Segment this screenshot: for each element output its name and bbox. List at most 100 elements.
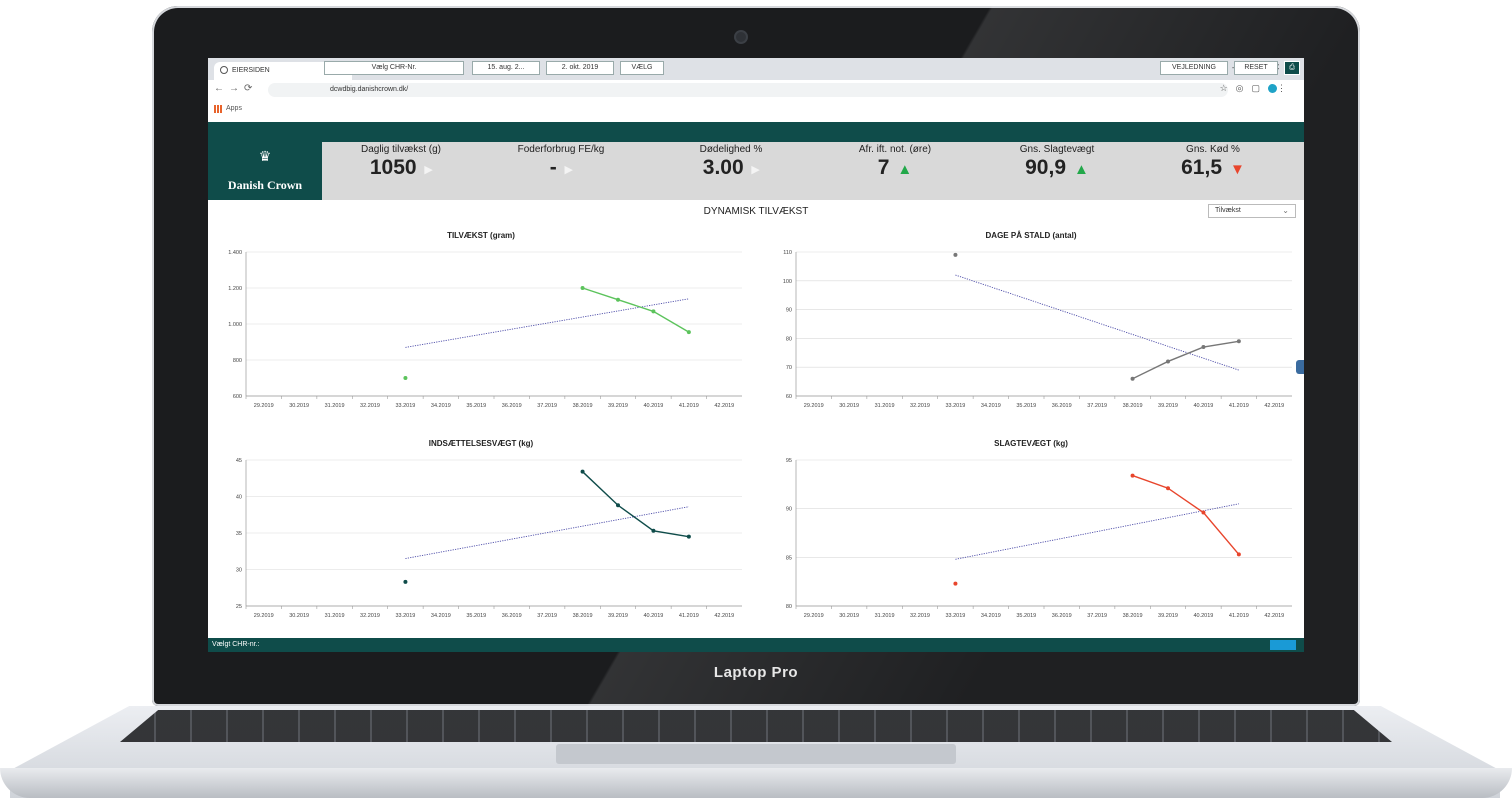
kpi-tile: Dødelighed % 3.00 ▸ (656, 144, 806, 180)
laptop-brand: Laptop Pro (713, 664, 799, 681)
y-tick-label: 600 (233, 394, 242, 400)
data-point (1201, 345, 1206, 350)
data-point (1236, 339, 1241, 344)
series-line (1132, 474, 1240, 555)
bookmark-apps[interactable]: Apps (226, 105, 242, 112)
crown-icon: ♛ (258, 148, 272, 164)
chart-tilvaekst: TILVÆKST (gram) 1.400 1.200 1.000 800 600 29.2… (228, 231, 742, 409)
status-text: Vælgt CHR-nr.: (212, 641, 260, 648)
x-tick-label: 41.2019 (1229, 613, 1249, 619)
data-point (1201, 510, 1206, 515)
x-tick-label: 34.2019 (431, 403, 451, 409)
data-point (953, 252, 958, 257)
x-tick-label: 37.2019 (537, 403, 557, 409)
apps-grid-icon[interactable] (214, 105, 222, 113)
trend-line (405, 506, 689, 559)
trend-up-icon: ▲ (897, 161, 913, 178)
view-dropdown-value: Tilvækst (1215, 207, 1241, 214)
x-tick-label: 42.2019 (1264, 403, 1284, 409)
guide-button[interactable]: VEJLEDNING (1160, 61, 1228, 75)
trend-up-icon: ▲ (1074, 161, 1089, 178)
y-tick-label: 90 (786, 308, 792, 314)
x-tick-label: 29.2019 (804, 613, 824, 619)
x-tick-label: 42.2019 (714, 403, 734, 409)
kpi-label: Afr. ift. not. (øre) (858, 144, 932, 155)
x-tick-label: 31.2019 (325, 403, 345, 409)
data-point (686, 534, 691, 539)
x-tick-label: 37.2019 (1087, 403, 1107, 409)
y-tick-label: 40 (236, 495, 242, 501)
x-tick-label: 30.2019 (289, 613, 309, 619)
select-button[interactable]: VÆLG (620, 61, 664, 75)
kpi-value: 3.00 (702, 156, 744, 179)
date-from-input[interactable]: 15. aug. 2... (472, 61, 540, 75)
y-tick-label: 1.400 (228, 250, 242, 256)
x-tick-label: 40.2019 (643, 403, 663, 409)
series-line (582, 287, 690, 333)
side-panel-handle[interactable] (1296, 360, 1304, 374)
data-point (1166, 359, 1170, 364)
kpi-tile: Foderforbrug FE/kg - ▸ (486, 144, 636, 180)
x-tick-label: 32.2019 (360, 613, 380, 619)
danish-crown-logo[interactable]: ♛ Danish Crown (208, 122, 322, 200)
kpi-value: 1050 (369, 156, 417, 179)
choose-chr-button[interactable]: Vælg CHR-Nr. (324, 61, 464, 75)
data-point (580, 469, 585, 474)
print-icon[interactable]: ⎙ (1284, 61, 1300, 75)
x-tick-label: 41.2019 (679, 613, 699, 619)
profile-avatar[interactable] (1268, 84, 1277, 94)
data-point (651, 528, 656, 533)
y-tick-label: 95 (786, 458, 792, 464)
address-bar-row: ←→⟳ dcwdbig.danishcrown.dk/ ☆◎▢ ⋮ (208, 80, 1304, 101)
x-tick-label: 40.2019 (1193, 613, 1213, 619)
x-tick-label: 29.2019 (804, 403, 824, 409)
y-tick-label: 85 (786, 555, 792, 561)
kpi-tile: Gns. Kød % 61,5 ▼ (1138, 144, 1288, 180)
x-tick-label: 30.2019 (839, 403, 859, 409)
x-tick-label: 35.2019 (1016, 403, 1036, 409)
x-tick-label: 32.2019 (910, 613, 930, 619)
kpi-tile: Afr. ift. not. (øre) 7 ▲ (820, 144, 970, 180)
x-tick-label: 33.2019 (945, 403, 965, 409)
data-point (616, 503, 620, 508)
trend-neutral-icon: ▸ (424, 161, 433, 178)
trend-line (955, 503, 1239, 560)
chart-title: TILVÆKST (gram) (447, 231, 515, 240)
x-tick-label: 35.2019 (466, 403, 486, 409)
x-tick-label: 42.2019 (1264, 613, 1284, 619)
page-indicator-button[interactable] (1270, 640, 1296, 650)
x-tick-label: 31.2019 (325, 613, 345, 619)
kpi-value-row: - ▸ (486, 156, 636, 180)
y-tick-label: 800 (233, 358, 242, 364)
chart-title: SLAGTEVÆGT (kg) (994, 439, 1068, 448)
browser-actions[interactable]: ☆◎▢ ⋮ (1220, 83, 1294, 94)
data-point (953, 581, 958, 586)
x-tick-label: 35.2019 (466, 613, 486, 619)
x-tick-label: 35.2019 (1016, 613, 1036, 619)
y-tick-label: 80 (786, 336, 792, 342)
y-tick-label: 35 (236, 531, 242, 537)
y-tick-label: 110 (783, 250, 792, 256)
nav-buttons[interactable]: ←→⟳ (214, 83, 257, 94)
x-tick-label: 30.2019 (839, 613, 859, 619)
laptop-front-edge (0, 768, 1512, 798)
y-tick-label: 70 (786, 365, 792, 371)
x-tick-label: 33.2019 (945, 613, 965, 619)
screen: EIERSIDEN × + –▫✕ ←→⟳ dcwdbig.danishcrow… (208, 58, 1304, 652)
date-to-input[interactable]: 2. okt. 2019 (546, 61, 614, 75)
x-tick-label: 39.2019 (1158, 613, 1178, 619)
x-tick-label: 29.2019 (254, 613, 274, 619)
y-tick-label: 60 (786, 394, 792, 400)
data-point (616, 297, 620, 302)
x-tick-label: 32.2019 (910, 403, 930, 409)
x-tick-label: 41.2019 (679, 403, 699, 409)
x-tick-label: 38.2019 (1123, 403, 1143, 409)
address-bar[interactable]: dcwdbig.danishcrown.dk/ (268, 83, 1228, 97)
reset-button[interactable]: RESET (1234, 61, 1278, 75)
view-dropdown[interactable]: Tilvækst ⌄ (1208, 204, 1296, 218)
kpi-value: - (549, 156, 557, 179)
kpi-label: Foderforbrug FE/kg (517, 144, 605, 155)
x-tick-label: 41.2019 (1229, 403, 1249, 409)
x-tick-label: 39.2019 (1158, 403, 1178, 409)
status-bar: Vælgt CHR-nr.: (208, 638, 1304, 652)
